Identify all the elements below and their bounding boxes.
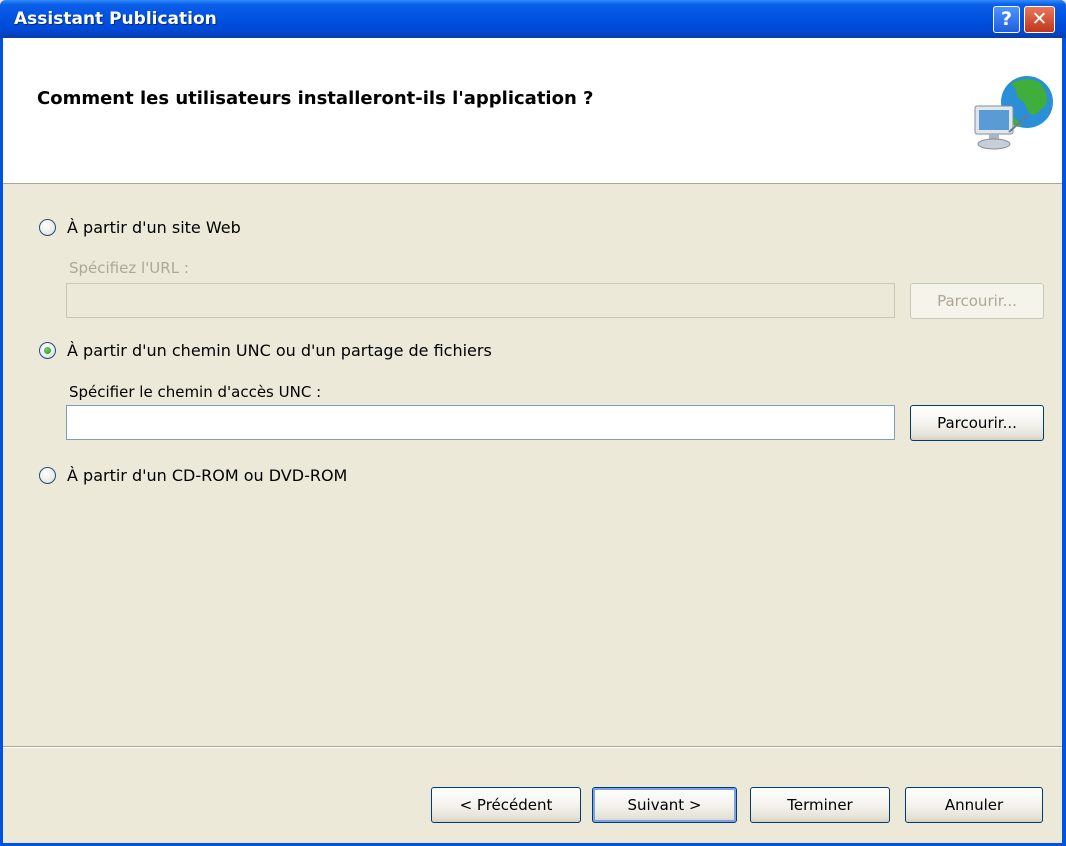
radio-cd-button[interactable] — [39, 466, 56, 484]
title-bar[interactable]: Assistant Publication ? ✕ — [0, 0, 1066, 38]
radio-unc-label: À partir d'un chemin UNC ou d'un partage… — [67, 340, 492, 360]
previous-button[interactable]: < Précédent — [431, 787, 581, 823]
radio-web-button[interactable] — [39, 218, 56, 236]
radio-unc[interactable]: À partir d'un chemin UNC ou d'un partage… — [39, 339, 492, 361]
next-button[interactable]: Suivant > — [592, 787, 737, 823]
close-icon[interactable]: ✕ — [1024, 6, 1055, 33]
cancel-button[interactable]: Annuler — [905, 787, 1043, 823]
radio-cd[interactable]: À partir d'un CD-ROM ou DVD-ROM — [39, 464, 347, 486]
url-field — [67, 284, 894, 317]
window-title: Assistant Publication — [14, 9, 217, 29]
help-icon[interactable]: ? — [993, 6, 1020, 33]
unc-input[interactable] — [66, 405, 895, 440]
finish-button[interactable]: Terminer — [750, 787, 890, 823]
radio-web[interactable]: À partir d'un site Web — [39, 216, 241, 238]
dialog-body: Comment les utilisateurs installeront-il… — [3, 38, 1062, 843]
wizard-header: Comment les utilisateurs installeront-il… — [3, 38, 1062, 184]
radio-unc-button[interactable] — [39, 341, 56, 359]
wizard-window: Assistant Publication ? ✕ Comment les ut… — [0, 0, 1066, 846]
network-globe-icon — [974, 76, 1053, 150]
radio-cd-label: À partir d'un CD-ROM ou DVD-ROM — [67, 465, 348, 485]
unc-field[interactable] — [67, 406, 894, 439]
url-browse-button: Parcourir... — [910, 283, 1044, 319]
url-label: Spécifiez l'URL : — [69, 259, 189, 277]
footer-divider — [3, 746, 1062, 748]
unc-browse-button[interactable]: Parcourir... — [910, 405, 1044, 441]
url-input — [66, 283, 895, 318]
unc-label: Spécifier le chemin d'accès UNC : — [69, 383, 322, 401]
radio-web-label: À partir d'un site Web — [67, 217, 241, 237]
page-title: Comment les utilisateurs installeront-il… — [37, 88, 594, 109]
